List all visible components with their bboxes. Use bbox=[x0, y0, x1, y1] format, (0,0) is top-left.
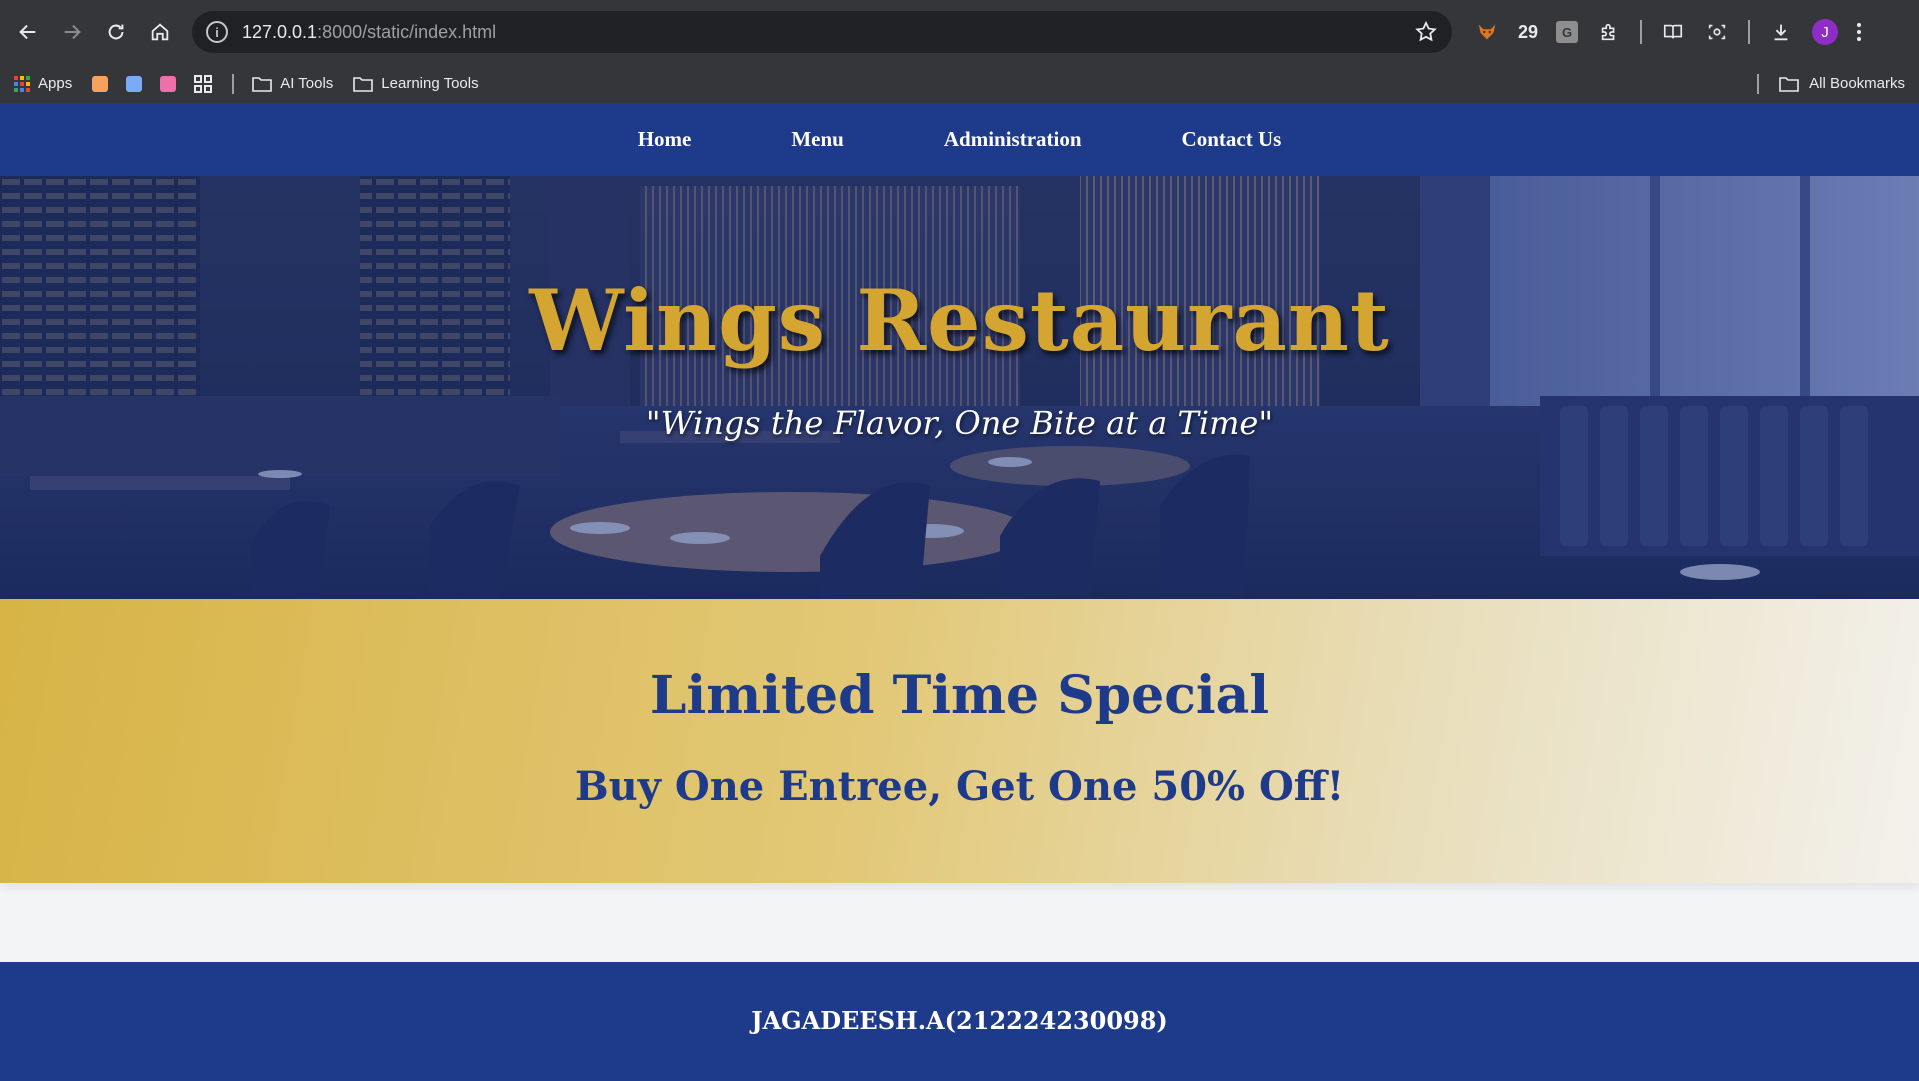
fox-extension[interactable] bbox=[1474, 19, 1500, 45]
fox-icon bbox=[1478, 24, 1496, 40]
bookmark-favicon-blue[interactable] bbox=[126, 75, 143, 92]
g-extension-icon[interactable]: G bbox=[1556, 21, 1579, 43]
reading-mode-button[interactable] bbox=[1660, 19, 1686, 45]
hero-banner: Wings Restaurant "Wings the Flavor, One … bbox=[0, 176, 1919, 599]
toolbar-separator bbox=[1748, 20, 1751, 44]
bookmark-apps[interactable]: Apps bbox=[14, 75, 72, 92]
folder-icon bbox=[1779, 76, 1799, 92]
extensions-button[interactable] bbox=[1596, 19, 1622, 45]
bookmark-apps-label: Apps bbox=[38, 75, 73, 92]
all-bookmarks-label: All Bookmarks bbox=[1809, 75, 1905, 92]
bookmark-folder-label: Learning Tools bbox=[381, 75, 479, 92]
more-icon[interactable] bbox=[1856, 23, 1862, 41]
nav-link-administration[interactable]: Administration bbox=[944, 127, 1082, 152]
hero-title: Wings Restaurant bbox=[529, 271, 1390, 370]
folder-icon bbox=[353, 76, 374, 92]
home-button[interactable] bbox=[142, 14, 178, 50]
bookmark-folder-ai-tools[interactable]: AI Tools bbox=[252, 75, 333, 93]
home-icon bbox=[151, 23, 169, 41]
site-navigation: Home Menu Administration Contact Us bbox=[0, 103, 1919, 176]
hero-overlay bbox=[0, 176, 1919, 599]
special-heading: Limited Time Special bbox=[649, 665, 1270, 726]
bookmark-separator bbox=[1757, 73, 1760, 94]
bookmark-favicon-orange[interactable] bbox=[92, 75, 109, 92]
site-footer: JAGADEESH.A(212224230098) bbox=[0, 962, 1919, 1081]
downloads-button[interactable] bbox=[1768, 19, 1794, 45]
url-host: 127.0.0.1 bbox=[242, 21, 318, 42]
url-text[interactable]: 127.0.0.1:8000/static/index.html bbox=[242, 22, 1414, 43]
nav-link-home[interactable]: Home bbox=[638, 127, 692, 152]
footer-text: JAGADEESH.A(212224230098) bbox=[751, 1006, 1168, 1035]
info-icon[interactable]: i bbox=[206, 21, 228, 43]
folder-icon bbox=[252, 76, 273, 92]
bookmark-favicon-pink[interactable] bbox=[160, 75, 177, 92]
bookmark-separator bbox=[232, 73, 235, 94]
download-icon bbox=[1774, 24, 1788, 41]
bookmark-folder-learning-tools[interactable]: Learning Tools bbox=[353, 75, 479, 93]
bookmark-grid[interactable] bbox=[194, 74, 213, 93]
bookmarks-bar: Apps AI Tools Learning Tools All Bookmar… bbox=[0, 64, 1919, 103]
star-icon[interactable] bbox=[1414, 20, 1438, 44]
toolbar-separator bbox=[1640, 20, 1643, 44]
forward-icon bbox=[64, 24, 81, 40]
url-path: :8000/static/index.html bbox=[317, 21, 497, 42]
nav-link-contact-us[interactable]: Contact Us bbox=[1182, 127, 1282, 152]
back-icon bbox=[19, 24, 36, 40]
special-offer-section: Limited Time Special Buy One Entree, Get… bbox=[0, 599, 1919, 883]
grid-icon bbox=[194, 74, 213, 93]
reload-icon bbox=[108, 24, 124, 40]
screenshot-icon bbox=[1708, 24, 1726, 40]
forward-button[interactable] bbox=[54, 14, 90, 50]
reader-icon bbox=[1663, 24, 1683, 39]
back-button[interactable] bbox=[10, 14, 46, 50]
puzzle-icon bbox=[1601, 23, 1615, 41]
address-bar[interactable]: i 127.0.0.1:8000/static/index.html bbox=[192, 11, 1452, 53]
nav-link-menu[interactable]: Menu bbox=[791, 127, 844, 152]
hero-tagline: "Wings the Flavor, One Bite at a Time" bbox=[645, 404, 1274, 442]
special-offer-text: Buy One Entree, Get One 50% Off! bbox=[574, 763, 1345, 810]
extensions-row: 29 G J bbox=[1474, 19, 1862, 45]
reload-button[interactable] bbox=[98, 14, 134, 50]
all-bookmarks[interactable]: All Bookmarks bbox=[1757, 64, 1905, 103]
extension-counter[interactable]: 29 bbox=[1518, 22, 1538, 43]
profile-avatar[interactable]: J bbox=[1812, 19, 1839, 45]
apps-icon bbox=[14, 75, 30, 92]
bookmark-folder-label: AI Tools bbox=[280, 75, 334, 92]
screenshot-button[interactable] bbox=[1704, 19, 1730, 45]
browser-chrome: i 127.0.0.1:8000/static/index.html 29 G bbox=[0, 0, 1919, 103]
browser-toolbar: i 127.0.0.1:8000/static/index.html 29 G bbox=[0, 0, 1919, 64]
